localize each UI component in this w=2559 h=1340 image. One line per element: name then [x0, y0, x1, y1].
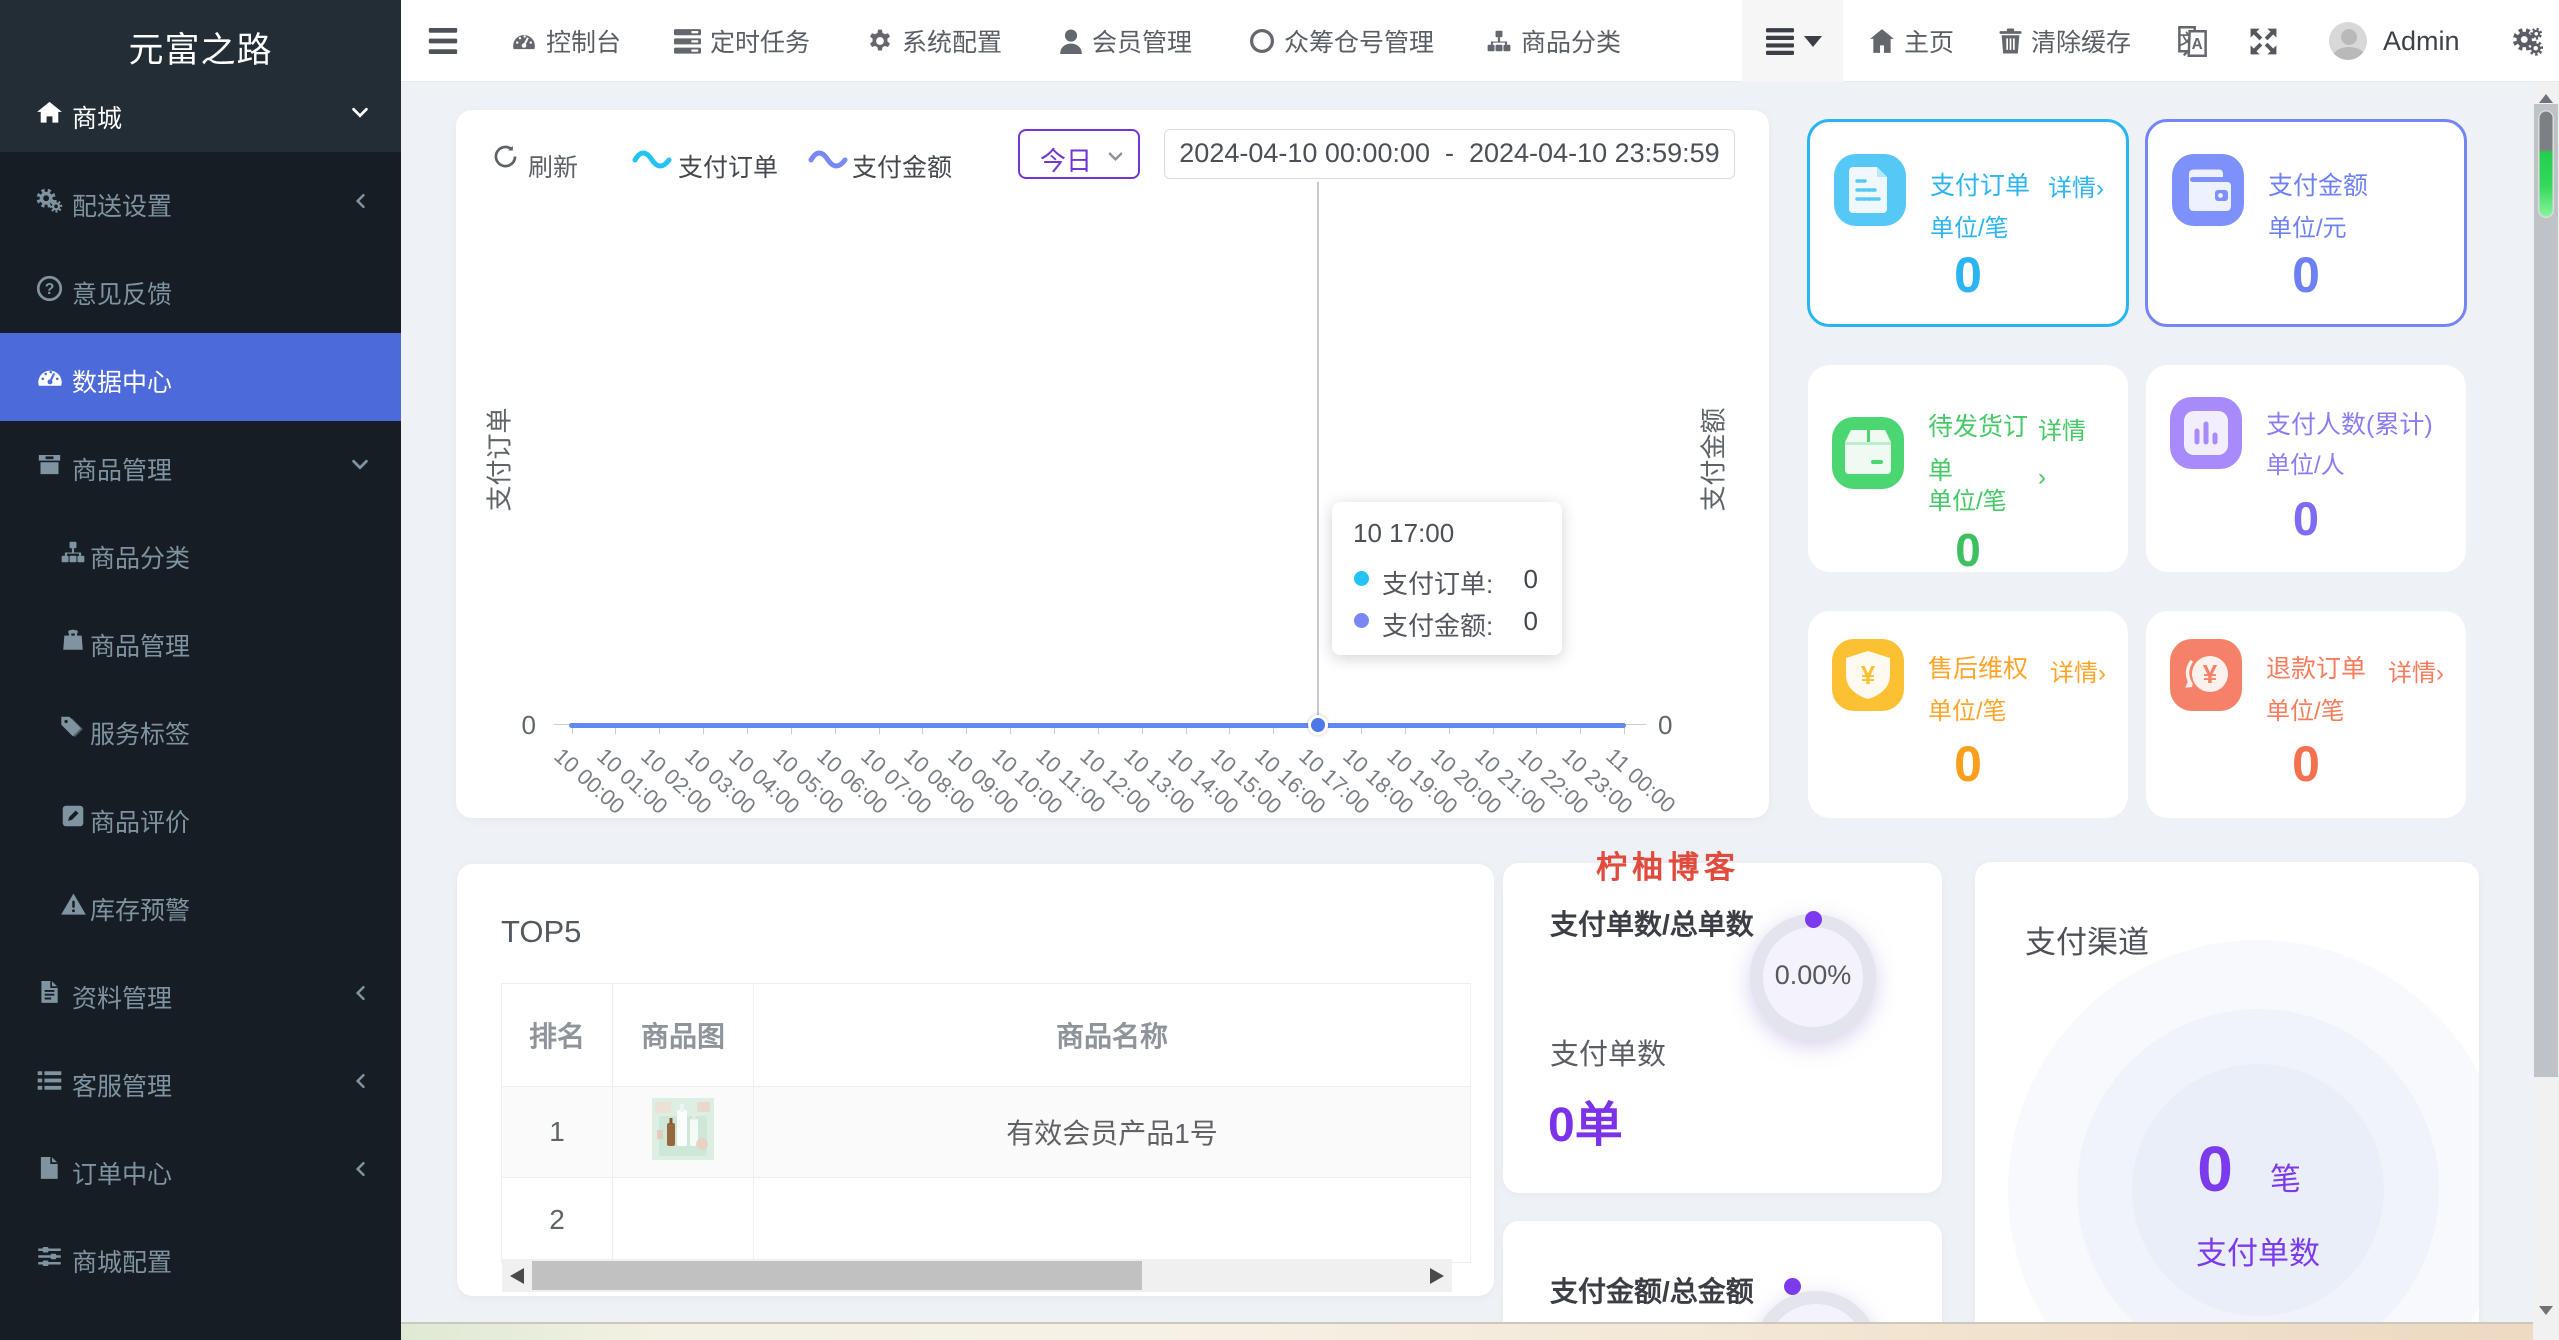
svg-text:?: ?	[45, 281, 55, 298]
svg-text:¥: ¥	[1861, 660, 1876, 690]
svg-text:A: A	[2192, 36, 2203, 53]
svg-text:¥: ¥	[2203, 659, 2218, 689]
